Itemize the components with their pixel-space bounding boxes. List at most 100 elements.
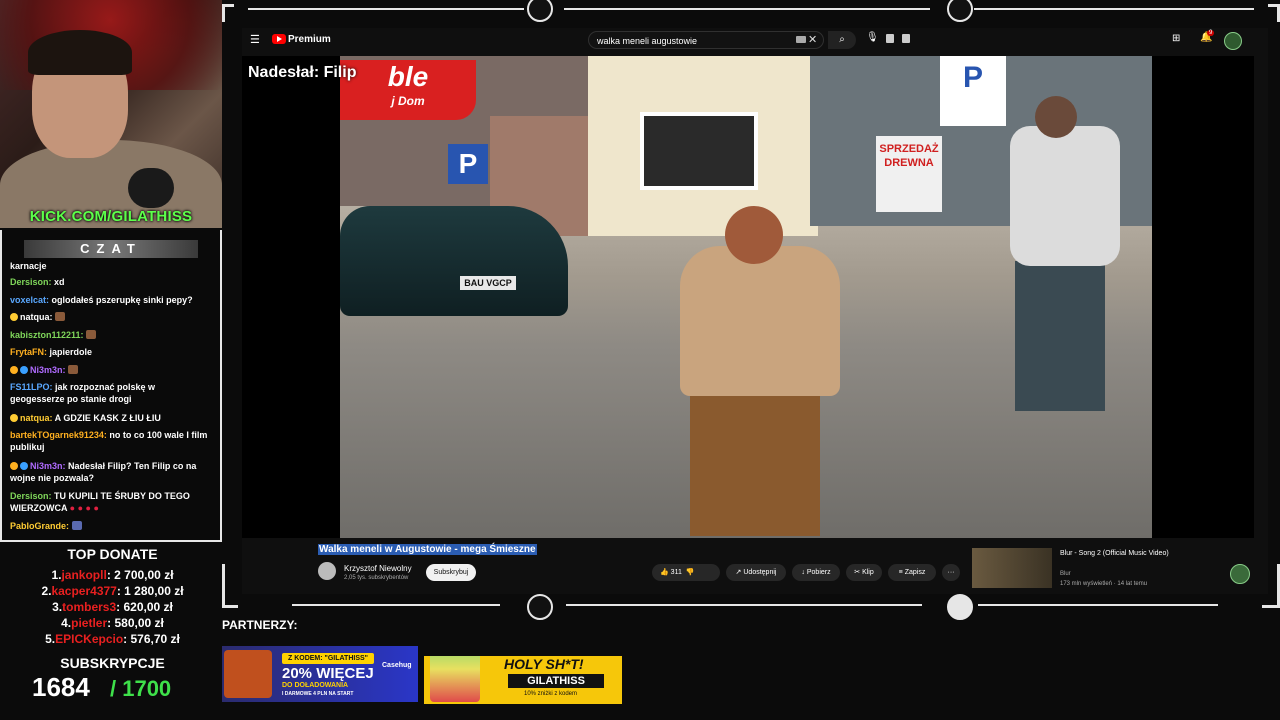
badge-icon xyxy=(10,313,18,321)
video-caption: Nadesłał: Filip xyxy=(248,64,357,81)
close-icon[interactable]: ✕ xyxy=(808,33,817,46)
person xyxy=(1000,96,1130,426)
donate-row: 5.EPICKepcio: 576,70 zł xyxy=(45,632,180,646)
crosshair-icon xyxy=(947,0,973,22)
clip-button[interactable]: ✂ Klip xyxy=(846,564,882,581)
shop-sign: SPRZEDAŻ DREWNA xyxy=(876,136,942,212)
video-title: Walka meneli w Augustowie - mega Śmieszn… xyxy=(318,544,537,555)
donate-row: 2.kacper4377: 1 280,00 zł xyxy=(41,584,184,598)
thumbs-up-icon: 👍 xyxy=(660,569,669,576)
chat-message: natqua: xyxy=(10,311,210,323)
share-button[interactable]: ↗ Udostępnij xyxy=(726,564,786,581)
product-pack-icon xyxy=(430,656,480,702)
subscriptions-goal: / 1700 xyxy=(110,676,172,701)
chat-message: FrytaFN: japierdole xyxy=(10,347,93,357)
keyboard-icon[interactable] xyxy=(796,36,806,43)
recommended-thumbnail[interactable] xyxy=(972,548,1052,588)
stream-logo-icon xyxy=(947,594,973,620)
badge-icon xyxy=(20,366,28,374)
person xyxy=(670,206,860,536)
recommended-title[interactable]: Blur - Song 2 (Official Music Video) xyxy=(1060,549,1200,559)
chat-message: karnacje xyxy=(10,261,47,271)
parking-sign: P xyxy=(940,56,1006,126)
donate-row: 4.pietler: 580,00 zł xyxy=(61,616,164,630)
download-icon: ↓ xyxy=(801,569,805,576)
chat-panel: CZAT karnacje Dersison: xd voxelcat: ogl… xyxy=(0,230,222,542)
chat-message: bartekTOgarnek91234: no to co 100 wale I… xyxy=(10,430,208,452)
chat-message: Ni3m3n: xyxy=(10,364,210,376)
share-icon: ↗ xyxy=(735,569,742,576)
subscriptions-title: SUBSKRYPCJE xyxy=(60,655,165,671)
partner-banner-casehug[interactable]: Z KODEM: "GILATHISS" Casehug 20% WIĘCEJ … xyxy=(222,646,418,702)
subscribe-button[interactable]: Subskrybuj xyxy=(426,564,476,581)
recommended-meta: 173 mln wyświetleń · 14 lat temu xyxy=(1060,581,1148,587)
microphone-icon xyxy=(128,168,174,208)
video-frame: ble j Dom P P SPRZEDAŻ DREWNA BAU VGCP xyxy=(340,56,1152,538)
chat-message: Dersison: xd xyxy=(10,277,65,287)
channel-avatar[interactable] xyxy=(318,562,336,580)
emote-icon xyxy=(86,330,97,339)
top-donate-title: TOP DONATE xyxy=(67,546,158,562)
search-input[interactable]: walka meneli augustowie xyxy=(588,31,824,49)
promo-code: Z KODEM: "GILATHISS" xyxy=(282,653,374,664)
donate-row: 3.tombers3: 620,00 zł xyxy=(52,600,173,614)
youtube-topbar: ☰ Premium walka meneli augustowie ✕ ⌕ 🎙 … xyxy=(242,28,1268,54)
donate-row: 1.jankopll: 2 700,00 zł xyxy=(51,568,174,582)
promo-code: GILATHISS xyxy=(508,674,604,688)
mic-icon[interactable]: 🎙 xyxy=(866,32,879,43)
emote-icon xyxy=(55,312,66,321)
promo-headline: 20% WIĘCEJ xyxy=(282,665,374,682)
chat-message: natqua: A GDZIE KASK Z ŁIU ŁIU xyxy=(10,412,210,424)
subscriptions-count: 1684 xyxy=(32,672,90,702)
add-to-list-icon: ≡ xyxy=(898,569,903,576)
more-button[interactable]: ··· xyxy=(942,564,960,581)
chat-message: Ni3m3n: Nadesłał Filip? Ten Filip co na … xyxy=(10,461,197,483)
promo-subtitle: DO DOŁADOWANIA xyxy=(282,682,349,689)
globe-icon xyxy=(527,594,553,620)
youtube-brand[interactable]: Premium xyxy=(288,34,331,45)
partner-brand: Casehug xyxy=(382,662,412,669)
channel-name[interactable]: Krzysztof Niewolny xyxy=(344,564,412,573)
chat-message: kabiszton112211: xyxy=(10,329,210,341)
chat-title: CZAT xyxy=(24,240,198,258)
search-icon[interactable]: ⌕ xyxy=(828,31,856,49)
partner-banner-holyshit[interactable]: HOLY SH*T! GILATHISS 10% zniżki z kodem xyxy=(424,656,622,704)
shop-sign: ble j Dom xyxy=(340,60,476,120)
notification-count: 9 xyxy=(1207,30,1215,36)
chat-message: Dersison: TU KUPILI TE ŚRUBY DO TEGO WIE… xyxy=(10,491,190,513)
create-video-icon[interactable]: ⊞ xyxy=(1172,33,1180,44)
webcam-feed xyxy=(0,0,222,228)
avatar[interactable] xyxy=(1224,32,1242,50)
license-plate: BAU VGCP xyxy=(460,276,516,290)
parked-car: BAU VGCP xyxy=(340,206,568,316)
video-player[interactable]: ble j Dom P P SPRZEDAŻ DREWNA BAU VGCP Na… xyxy=(242,56,1254,538)
badge-icon xyxy=(10,414,18,422)
chat-message: voxelcat: oglodałeś pszerupkę sinki pepy… xyxy=(10,295,193,305)
save-button[interactable]: ≡ Zapisz xyxy=(888,564,936,581)
emote-icon xyxy=(68,365,79,374)
scissors-icon: ✂ xyxy=(854,569,861,576)
chat-message: PabloGrande: xyxy=(10,520,210,532)
stream-logo-icon xyxy=(527,0,553,22)
extension-icon[interactable] xyxy=(902,34,910,43)
chat-message: FS11LPO: jak rozpoznać polskę w geogesse… xyxy=(10,382,156,404)
youtube-logo-icon[interactable] xyxy=(272,34,286,44)
extension-icon[interactable] xyxy=(886,34,894,43)
chest-icon xyxy=(224,650,272,698)
like-button[interactable]: 👍 311 👎 xyxy=(652,564,720,581)
download-button[interactable]: ↓ Pobierz xyxy=(792,564,840,581)
thumbs-down-icon[interactable]: 👎 xyxy=(686,569,695,576)
partners-label: PARTNERZY: xyxy=(222,618,298,632)
channel-subscribers: 2,05 tys. subskrybentów xyxy=(344,575,409,581)
youtube-window: ☰ Premium walka meneli augustowie ✕ ⌕ 🎙 … xyxy=(242,28,1268,594)
emote-icon xyxy=(71,521,82,530)
promo-headline: HOLY SH*T! xyxy=(504,656,584,672)
kick-url: KICK.COM/GILATHISS xyxy=(29,208,193,225)
parking-sign: P xyxy=(448,144,488,184)
promo-note: I DARMOWE 4 PLN NA START xyxy=(282,691,354,697)
menu-icon[interactable]: ☰ xyxy=(250,34,260,46)
crown-badge-icon xyxy=(10,462,18,470)
promo-note: 10% zniżki z kodem xyxy=(524,691,578,697)
recommended-channel: Blur xyxy=(1060,571,1071,577)
crown-badge-icon xyxy=(10,366,18,374)
